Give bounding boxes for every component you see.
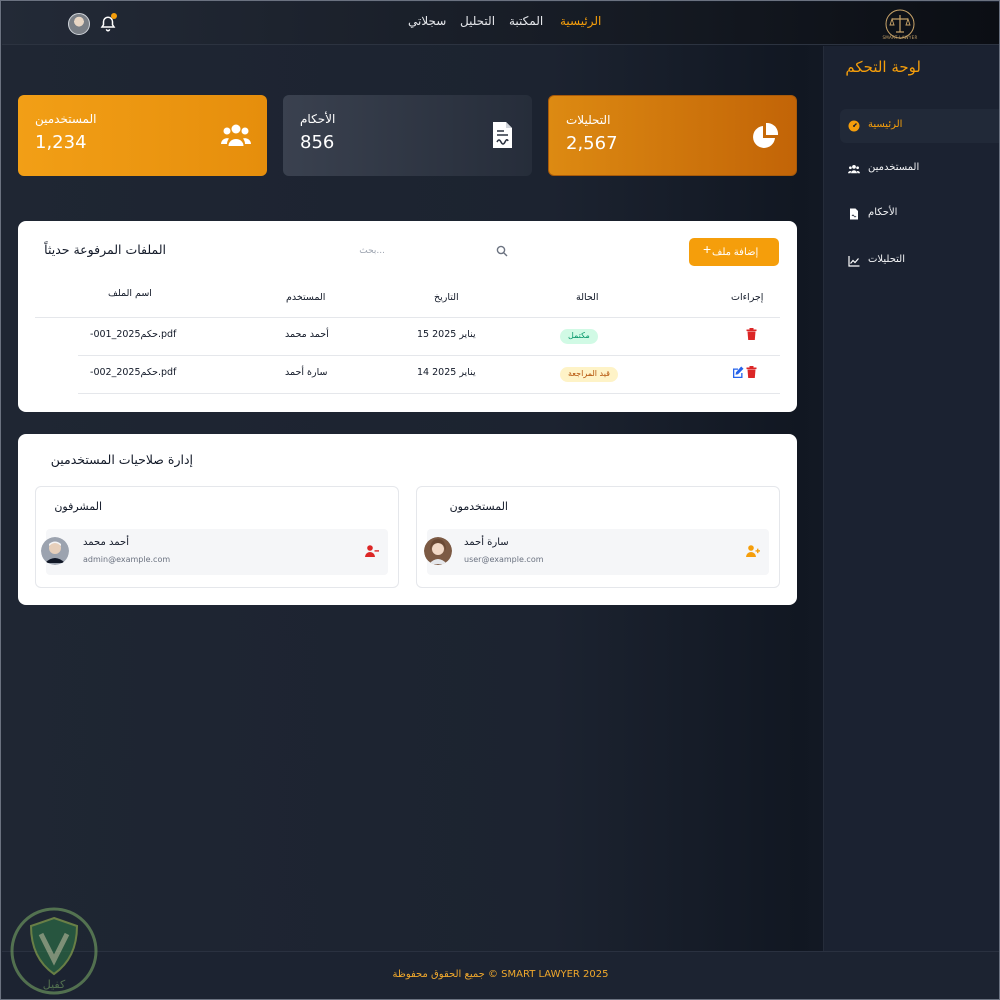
- card-title: إدارة صلاحيات المستخدمين: [50, 452, 193, 467]
- box-title: المستخدمون: [449, 500, 508, 513]
- file-name-number: 001: [93, 329, 112, 340]
- search-input[interactable]: [268, 239, 513, 263]
- trash-icon[interactable]: [746, 366, 757, 378]
- footer-text: جميع الحقوق محفوظة © SMART LAWYER 2025: [392, 969, 609, 980]
- file-name-ext: .pdf: [157, 329, 177, 340]
- file-name-year: 2025: [116, 367, 141, 378]
- file-name-year: 2025: [116, 329, 141, 340]
- stat-card-users: المستخدمين 1,234: [18, 95, 267, 176]
- users-box: المستخدمون سارة أحمد user@example.com: [416, 486, 780, 588]
- user-cell: سارة أحمد: [285, 367, 328, 378]
- nav-item-home[interactable]: الرئيسية: [560, 14, 601, 28]
- user-email: admin@example.com: [83, 555, 171, 564]
- stat-label: الأحكام: [300, 112, 336, 126]
- add-file-button[interactable]: + إضافة ملف: [689, 238, 779, 266]
- file-name-cell: -حكم2025_001 .pdf: [90, 329, 177, 340]
- logo-text: SMART LAWYER: [882, 35, 918, 40]
- stat-value: 2,567: [566, 133, 618, 154]
- plus-icon: +: [703, 241, 712, 257]
- footer: جميع الحقوق محفوظة © SMART LAWYER 2025: [2, 951, 999, 999]
- sidebar-item-label: الأحكام: [868, 207, 898, 218]
- edit-icon[interactable]: [732, 366, 744, 378]
- document-icon: [493, 122, 512, 148]
- divider: [78, 393, 780, 394]
- dashboard-icon: [848, 120, 860, 132]
- sidebar-item-users[interactable]: المستخدمين: [840, 152, 999, 186]
- file-name-ext: .pdf: [157, 367, 177, 378]
- add-user-icon[interactable]: [746, 545, 760, 557]
- sidebar-item-home[interactable]: الرئيسية: [840, 109, 999, 143]
- add-file-label: إضافة ملف: [712, 247, 759, 258]
- stat-label: التحليلات: [566, 113, 611, 127]
- sidebar-item-analytics[interactable]: التحليلات: [840, 244, 999, 278]
- sidebar-title: لوحة التحكم: [845, 58, 921, 76]
- sidebar-item-label: الرئيسية: [868, 119, 903, 130]
- document-icon: [850, 208, 858, 220]
- sidebar: لوحة التحكم الرئيسية المستخدمين الأحكام: [823, 46, 999, 951]
- pie-chart-icon: [753, 122, 779, 148]
- card-title: الملفات المرفوعة حديثاً: [44, 242, 166, 257]
- file-name-number: 002: [93, 367, 112, 378]
- file-name-cell: -حكم2025_002 .pdf: [90, 367, 177, 378]
- trash-icon[interactable]: [746, 328, 757, 340]
- list-item: سارة أحمد user@example.com: [424, 529, 769, 575]
- column-header-status: الحالة: [576, 292, 599, 303]
- date-cell: 14 يناير 2025: [417, 367, 476, 378]
- permissions-card: إدارة صلاحيات المستخدمين المشرفون أحمد م…: [18, 434, 797, 605]
- user-name: سارة أحمد: [464, 537, 509, 548]
- user-cell: أحمد محمد: [285, 329, 329, 340]
- watermark-text: كفيل: [43, 978, 66, 991]
- stat-value: 856: [300, 132, 335, 153]
- stat-value: 1,234: [35, 132, 87, 153]
- remove-user-icon[interactable]: [365, 545, 379, 557]
- stat-label: المستخدمين: [35, 112, 97, 126]
- users-icon: [848, 164, 860, 174]
- app-frame: الرئيسية المكتبة التحليل سجلاتي SMART LA…: [0, 0, 1000, 1000]
- top-bar: الرئيسية المكتبة التحليل سجلاتي SMART LA…: [2, 2, 999, 45]
- user-email: user@example.com: [464, 555, 544, 564]
- date-cell: 15 يناير 2025: [417, 329, 476, 340]
- column-header-file-name: اسم الملف: [108, 288, 152, 299]
- sidebar-item-label: المستخدمين: [868, 162, 920, 173]
- shield-logo-icon: كفيل: [10, 907, 98, 995]
- nav-item-analysis[interactable]: التحليل: [460, 14, 495, 28]
- admins-box: المشرفون أحمد محمد admin@example.com: [35, 486, 399, 588]
- avatar: [424, 537, 452, 565]
- avatar: [41, 537, 69, 565]
- top-nav: الرئيسية المكتبة التحليل سجلاتي: [2, 14, 999, 34]
- users-icon: [221, 124, 251, 146]
- nav-item-my-records[interactable]: سجلاتي: [408, 14, 446, 28]
- box-title: المشرفون: [54, 500, 102, 513]
- column-header-date: التاريخ: [434, 292, 459, 303]
- search-icon: [496, 245, 508, 257]
- status-badge: قيد المراجعة: [560, 367, 618, 382]
- divider: [78, 355, 780, 356]
- column-header-actions: إجراءات: [731, 292, 764, 303]
- status-badge: مكتمل: [560, 329, 598, 344]
- column-header-user: المستخدم: [286, 292, 326, 303]
- sidebar-item-rulings[interactable]: الأحكام: [840, 197, 999, 231]
- sidebar-item-label: التحليلات: [868, 254, 906, 265]
- user-name: أحمد محمد: [83, 537, 130, 548]
- nav-item-library[interactable]: المكتبة: [509, 14, 543, 28]
- chart-line-icon: [848, 256, 860, 267]
- list-item: أحمد محمد admin@example.com: [41, 529, 388, 575]
- recent-files-card: الملفات المرفوعة حديثاً + إضافة ملف اسم …: [18, 221, 797, 412]
- stat-card-analytics: التحليلات 2,567: [548, 95, 797, 176]
- stat-card-rulings: الأحكام 856: [283, 95, 532, 176]
- divider: [35, 317, 780, 318]
